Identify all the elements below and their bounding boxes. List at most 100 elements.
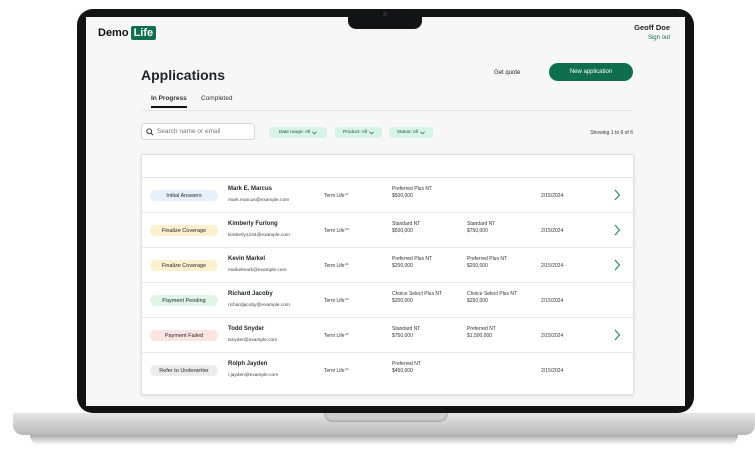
coverage-plan: Preferred Plus NT xyxy=(392,186,433,192)
get-quote-link[interactable]: Get quote xyxy=(494,70,520,76)
chevron-down-icon xyxy=(312,131,318,134)
coverage-secondary: Standard NT $750,000 xyxy=(467,221,495,235)
coverage-plan: Standard NT xyxy=(392,221,421,227)
applicant-name: Rolph Jayden xyxy=(228,361,268,367)
product-name: Term Life℠ xyxy=(324,333,350,339)
camera-icon xyxy=(383,12,387,16)
tab-in-progress[interactable]: In Progress xyxy=(151,95,187,108)
product-name: Term Life℠ xyxy=(324,368,350,374)
status-badge: Payment Pending xyxy=(150,295,218,306)
applicant-name: Mark E. Marcus xyxy=(228,186,273,192)
coverage-plan: Choice Select Plus NT xyxy=(467,291,518,297)
chevron-right-icon[interactable] xyxy=(613,189,621,201)
sign-out-link[interactable]: Sign out xyxy=(634,35,670,41)
coverage-plan: Standard NT xyxy=(467,221,496,227)
status-badge: Refer to Underwriter xyxy=(150,365,218,376)
search-input[interactable] xyxy=(156,128,254,135)
application-date: 2/15/2024 xyxy=(541,298,564,304)
application-date: 2/15/2024 xyxy=(541,368,564,374)
applicant-name: Todd Snyder xyxy=(228,326,265,332)
coverage-plan: Preferred Plus NT xyxy=(467,256,508,262)
applicant-name: Kimberly Furlong xyxy=(228,221,278,227)
coverage-amount: $200,000 xyxy=(392,263,413,269)
applicant-email: r.jayden@example.com xyxy=(228,373,279,378)
application-date: 2/15/2024 xyxy=(541,228,564,234)
coverage-plan: Preferred NT xyxy=(392,361,421,367)
product-name: Term Life℠ xyxy=(324,263,350,269)
coverage-amount: $750,000 xyxy=(467,228,488,234)
coverage-amount: $1,500,000 xyxy=(467,333,493,339)
coverage-amount: $200,000 xyxy=(392,298,413,304)
status-badge: Finalize Coverage xyxy=(150,260,218,271)
coverage-secondary: Preferred Plus NT $200,000 xyxy=(467,256,507,270)
applicant-email: markelmark@example.com xyxy=(228,268,287,273)
logo-highlight: Life xyxy=(130,26,157,40)
applicant-name: Richard Jacoby xyxy=(228,291,273,297)
filter-status-label: Status: All xyxy=(396,130,419,135)
applicant-email: tsnyder@example.com xyxy=(228,338,278,343)
search-box[interactable] xyxy=(141,123,255,140)
user-name: Geoff Doe xyxy=(634,23,670,32)
coverage-secondary: Preferred NT $1,500,000 xyxy=(467,326,496,340)
coverage-primary: Standard NT $500,000 xyxy=(392,221,420,235)
filter-date-range-label: Date range: All xyxy=(278,130,311,135)
coverage-plan: Preferred Plus NT xyxy=(392,256,433,262)
application-date: 2/15/2024 xyxy=(541,333,564,339)
coverage-primary: Preferred NT $450,000 xyxy=(392,361,421,375)
table-row[interactable]: Payment Failed Todd Snyder tsnyder@example… xyxy=(142,317,633,353)
coverage-amount: $500,000 xyxy=(392,193,413,199)
coverage-plan: Standard NT xyxy=(392,326,421,332)
chevron-right-icon[interactable] xyxy=(613,259,621,271)
table-row[interactable]: Finalize Coverage Kimberly Furlong kimberl… xyxy=(142,212,633,248)
applications-table: Initial Answers Mark E. Marcus mark.marcus… xyxy=(141,154,634,395)
applicant-email: mark.marcus@example.com xyxy=(228,198,290,203)
status-badge: Payment Failed xyxy=(150,330,218,341)
filter-status[interactable]: Status: All xyxy=(389,127,433,138)
logo[interactable]: Demo Life xyxy=(98,26,157,40)
coverage-amount: $500,000 xyxy=(392,228,413,234)
applicant-email: richardjacoby@example.com xyxy=(228,303,290,308)
new-application-button[interactable]: New application xyxy=(549,63,633,81)
chevron-right-icon[interactable] xyxy=(613,224,621,236)
table-row[interactable]: Payment Pending Richard Jacoby richardjaco… xyxy=(142,282,633,318)
search-icon xyxy=(146,127,154,136)
product-name: Term Life℠ xyxy=(324,193,350,199)
chevron-down-icon xyxy=(420,131,425,134)
coverage-secondary: Choice Select Plus NT $250,000 xyxy=(467,291,517,305)
status-badge: Finalize Coverage xyxy=(150,225,218,236)
product-name: Term Life℠ xyxy=(324,298,350,304)
page-title: Applications xyxy=(141,67,226,83)
application-date: 2/15/2024 xyxy=(541,263,564,269)
coverage-primary: Choice Select Plus NT $200,000 xyxy=(392,291,442,305)
laptop-shadow xyxy=(30,435,738,445)
product-name: Term Life℠ xyxy=(324,228,350,234)
logo-prefix: Demo xyxy=(98,27,129,39)
filter-product-label: Product: All xyxy=(342,130,368,135)
filter-date-range[interactable]: Date range: All xyxy=(269,127,327,138)
coverage-primary: Preferred Plus NT $200,000 xyxy=(392,256,432,270)
status-badge: Initial Answers xyxy=(150,190,218,201)
coverage-plan: Choice Select Plus NT xyxy=(392,291,443,297)
coverage-plan: Preferred NT xyxy=(467,326,496,332)
app-screen: Demo Life Geoff Doe Sign out Applications… xyxy=(86,17,685,406)
coverage-amount: $750,000 xyxy=(392,333,413,339)
coverage-amount: $200,000 xyxy=(467,263,488,269)
user-menu: Geoff Doe Sign out xyxy=(634,23,670,41)
table-row[interactable]: Finalize Coverage Kevin Markel markelmark@… xyxy=(142,247,633,283)
filter-product[interactable]: Product: All xyxy=(335,127,382,138)
tab-bar: In Progress Completed xyxy=(141,93,632,111)
coverage-primary: Standard NT $750,000 xyxy=(392,326,420,340)
chevron-right-icon[interactable] xyxy=(613,329,621,341)
coverage-amount: $250,000 xyxy=(467,298,488,304)
table-row[interactable]: Initial Answers Mark E. Marcus mark.marcus… xyxy=(142,177,633,213)
application-date: 2/15/2024 xyxy=(541,193,564,199)
applicant-email: kimberly1234@example.com xyxy=(228,233,290,238)
tab-completed[interactable]: Completed xyxy=(201,95,232,106)
coverage-amount: $450,000 xyxy=(392,368,413,374)
chevron-down-icon xyxy=(369,131,374,134)
laptop-hinge-notch xyxy=(324,413,448,422)
results-count: Showing 1 to 6 of 6 xyxy=(590,130,633,136)
coverage-primary: Preferred Plus NT $500,000 xyxy=(392,186,432,200)
applicant-name: Kevin Markel xyxy=(228,256,266,262)
table-row[interactable]: Refer to Underwriter Rolph Jayden r.jayden… xyxy=(142,352,633,388)
